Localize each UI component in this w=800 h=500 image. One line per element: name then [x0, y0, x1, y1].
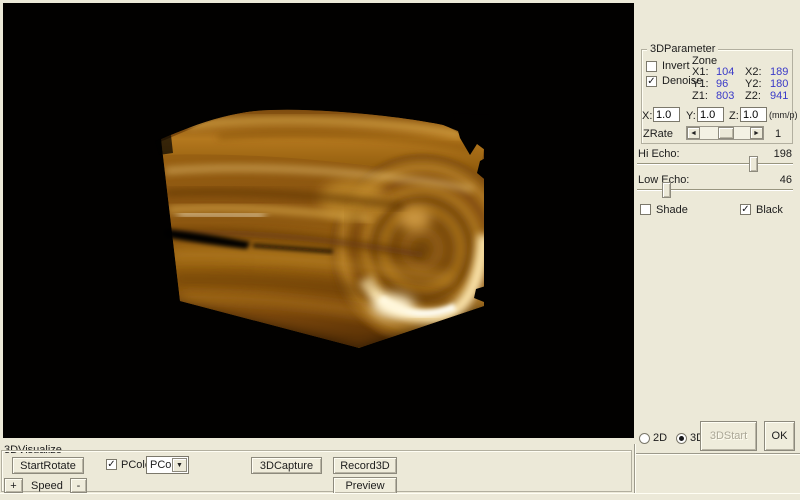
- pcolor-select[interactable]: PColor ▼: [146, 456, 189, 474]
- mode-3d-radio[interactable]: [676, 433, 687, 444]
- speed-plus-button[interactable]: +: [4, 478, 23, 493]
- mode-2d-radio[interactable]: [639, 433, 650, 444]
- zrate-scrollbar-thumb[interactable]: [718, 127, 734, 139]
- zone-x1-label: X1:: [692, 66, 709, 78]
- mode-2d-label: 2D: [653, 432, 667, 444]
- scale-x-input[interactable]: [653, 107, 680, 122]
- scale-z-label: Z:: [729, 110, 739, 122]
- start-rotate-button[interactable]: StartRotate: [12, 457, 84, 474]
- zone-z1-value: 803: [716, 90, 734, 102]
- hi-echo-value: 198: [756, 148, 792, 160]
- check-icon: ✓: [107, 460, 115, 469]
- hi-echo-label: Hi Echo:: [638, 148, 680, 160]
- shade-label: Shade: [656, 204, 688, 216]
- record3d-button[interactable]: Record3D: [333, 457, 397, 474]
- scale-y-label: Y:: [686, 110, 696, 122]
- shade-checkbox[interactable]: [640, 204, 651, 215]
- speed-minus-button[interactable]: -: [70, 478, 87, 493]
- zrate-label: ZRate: [643, 128, 673, 140]
- parameter-group-title: 3DParameter: [647, 43, 718, 55]
- black-label: Black: [756, 204, 783, 216]
- zone-z2-label: Z2:: [745, 90, 761, 102]
- zone-y2-value: 180: [770, 78, 788, 90]
- zone-x1-value: 104: [716, 66, 734, 78]
- check-icon: ✓: [741, 205, 749, 214]
- zone-x2-label: X2:: [745, 66, 762, 78]
- window-bottom-edge: [0, 493, 800, 500]
- scale-x-label: X:: [642, 110, 652, 122]
- zone-z1-label: Z1:: [692, 90, 708, 102]
- black-checkbox[interactable]: ✓: [740, 204, 751, 215]
- bottom-divider: [634, 444, 636, 493]
- low-echo-value: 46: [756, 174, 792, 186]
- scale-z-input[interactable]: [740, 107, 767, 122]
- zrate-scrollbar[interactable]: ◄ ►: [686, 126, 764, 140]
- scale-y-input[interactable]: [697, 107, 724, 122]
- speed-label: Speed: [31, 480, 63, 492]
- render-viewport[interactable]: [3, 3, 634, 438]
- zone-x2-value: 189: [770, 66, 788, 78]
- zone-z2-value: 941: [770, 90, 788, 102]
- scroll-right-icon[interactable]: ►: [750, 127, 763, 139]
- hi-echo-slider[interactable]: [637, 163, 793, 165]
- zone-y1-value: 96: [716, 78, 728, 90]
- invert-checkbox[interactable]: [646, 61, 657, 72]
- low-echo-slider[interactable]: [637, 189, 793, 191]
- app-window: 3DParameter Invert ✓ Denoise Zone X1: 10…: [0, 0, 800, 500]
- volume-render: [3, 3, 634, 438]
- zrate-value: 1: [775, 128, 781, 140]
- low-echo-slider-thumb[interactable]: [662, 182, 671, 198]
- panel-separator: [636, 453, 800, 455]
- scroll-left-icon[interactable]: ◄: [687, 127, 700, 139]
- denoise-checkbox[interactable]: ✓: [646, 76, 657, 87]
- zone-y1-label: Y1:: [692, 78, 709, 90]
- scale-unit-label: (mm/p): [769, 110, 798, 120]
- preview-button[interactable]: Preview: [333, 477, 397, 494]
- visualize-bar: 3DVisualize StartRotate + Speed - ✓ PCol…: [0, 444, 634, 500]
- parameter-panel: 3DParameter Invert ✓ Denoise Zone X1: 10…: [636, 0, 800, 500]
- hi-echo-slider-thumb[interactable]: [749, 156, 758, 172]
- zone-y2-label: Y2:: [745, 78, 762, 90]
- invert-label: Invert: [662, 60, 690, 72]
- ok-button[interactable]: OK: [764, 421, 795, 451]
- dropdown-arrow-icon[interactable]: ▼: [172, 458, 187, 472]
- check-icon: ✓: [647, 77, 655, 86]
- capture3d-button[interactable]: 3DCapture: [251, 457, 322, 474]
- pcolor-checkbox[interactable]: ✓: [106, 459, 117, 470]
- start3d-button[interactable]: 3DStart: [700, 421, 757, 451]
